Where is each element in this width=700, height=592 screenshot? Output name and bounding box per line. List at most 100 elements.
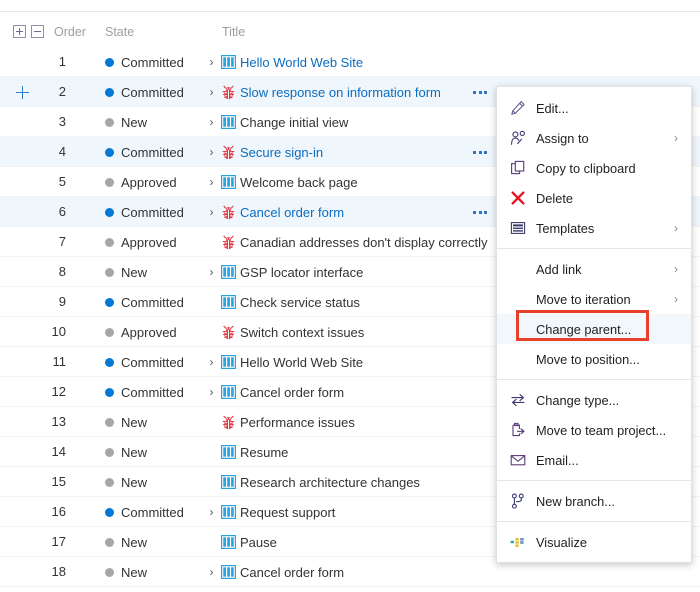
add-child-plus-icon[interactable] (16, 86, 29, 99)
column-header-state[interactable]: State (105, 22, 134, 42)
plus-box-icon[interactable] (13, 25, 26, 38)
menu-item-label: Edit... (536, 100, 569, 116)
expand-chevron-icon[interactable]: › (205, 197, 218, 227)
chevron-right-icon: › (674, 292, 678, 306)
pbi-icon (218, 295, 238, 309)
menu-item-visualize[interactable]: Visualize (497, 527, 691, 557)
expand-chevron-icon[interactable]: › (205, 167, 218, 197)
bug-icon (222, 415, 234, 429)
menu-item-assign-to[interactable]: Assign to › (497, 123, 691, 153)
cell-order: 4 (58, 144, 66, 159)
column-header-title[interactable]: Title (222, 22, 245, 42)
menu-item-change-parent[interactable]: Change parent... (497, 314, 691, 344)
menu-item-label: Assign to (536, 130, 589, 146)
work-item-title[interactable]: Secure sign-in (240, 145, 323, 160)
work-item-title[interactable]: Cancel order form (240, 565, 344, 580)
bug-icon (218, 325, 238, 340)
expand-chevron-icon[interactable]: › (205, 137, 218, 167)
expand-chevron-icon[interactable]: › (205, 77, 218, 107)
top-divider (0, 11, 700, 12)
copy-icon (511, 160, 525, 175)
expand-chevron-icon[interactable]: › (205, 557, 218, 587)
table-row[interactable]: 1 Committed › Hello World Web Site (0, 47, 700, 77)
menu-item-new-branch[interactable]: New branch... (497, 486, 691, 516)
menu-item-email[interactable]: Email... (497, 445, 691, 475)
cell-state: New (105, 467, 147, 497)
templates-icon (510, 222, 526, 234)
menu-item-move-to-team-project[interactable]: Move to team project... (497, 415, 691, 445)
state-dot (105, 447, 114, 457)
state-dot (105, 207, 114, 217)
menu-item-label: Copy to clipboard (536, 160, 636, 176)
state-dot (105, 267, 114, 277)
context-menu[interactable]: Edit... Assign to › Copy to clipboard Del… (496, 86, 692, 563)
row-context-menu-button[interactable] (467, 137, 493, 167)
work-item-title[interactable]: Change initial view (240, 115, 348, 130)
cell-state: Committed (105, 47, 184, 77)
email-icon (510, 455, 526, 466)
menu-item-label: New branch... (536, 493, 615, 509)
menu-item-templates[interactable]: Templates › (497, 213, 691, 243)
state-label: Committed (121, 144, 184, 160)
state-label: Committed (121, 204, 184, 220)
pbi-icon (220, 445, 236, 459)
menu-item-copy-to-clipboard[interactable]: Copy to clipboard (497, 153, 691, 183)
work-item-title[interactable]: Hello World Web Site (240, 355, 363, 370)
change-type-icon (511, 394, 525, 406)
work-item-title[interactable]: Request support (240, 505, 335, 520)
state-label: New (121, 534, 148, 550)
work-item-title[interactable]: Resume (240, 445, 288, 460)
menu-item-change-type[interactable]: Change type... (497, 385, 691, 415)
work-item-title[interactable]: Cancel order form (240, 385, 344, 400)
pbi-icon (220, 475, 236, 489)
expand-chevron-icon[interactable]: › (205, 377, 218, 407)
work-item-title[interactable]: Pause (240, 535, 277, 550)
expand-chevron-icon[interactable]: › (205, 497, 218, 527)
column-header-order[interactable]: Order (54, 22, 86, 42)
cell-order: 18 (51, 564, 66, 579)
pencil-icon (510, 100, 536, 116)
state-dot (105, 357, 114, 367)
cell-order: 2 (58, 84, 66, 99)
work-item-title[interactable]: Slow response on information form (240, 85, 441, 100)
menu-item-delete[interactable]: Delete (497, 183, 691, 213)
cell-title: › Cancel order form (205, 557, 345, 587)
pbi-icon (218, 535, 238, 549)
work-item-title[interactable]: Canadian addresses don't display correct… (240, 235, 487, 250)
expand-chevron-icon[interactable]: › (205, 257, 218, 287)
expand-chevron-icon[interactable]: › (205, 347, 218, 377)
cell-title: › Switch context issues (205, 317, 364, 347)
menu-item-edit[interactable]: Edit... (497, 93, 691, 123)
row-context-menu-button[interactable] (467, 77, 493, 107)
work-item-grid-page: Order State Title 1 Committed › Hello Wo… (0, 0, 700, 592)
state-dot (105, 417, 114, 427)
work-item-title[interactable]: Hello World Web Site (240, 55, 363, 70)
menu-item-move-to-position[interactable]: Move to position... (497, 344, 691, 374)
work-item-title[interactable]: Performance issues (240, 415, 355, 430)
state-label: Approved (121, 324, 177, 340)
state-label: Committed (121, 84, 184, 100)
minus-box-icon[interactable] (31, 25, 44, 38)
grid-header: Order State Title (0, 22, 700, 46)
pbi-icon (220, 535, 236, 549)
menu-item-move-to-iteration[interactable]: Move to iteration › (497, 284, 691, 314)
expand-chevron-icon[interactable]: › (205, 47, 218, 77)
work-item-title[interactable]: Check service status (240, 295, 360, 310)
bug-icon (218, 145, 238, 160)
work-item-title[interactable]: GSP locator interface (240, 265, 363, 280)
work-item-title[interactable]: Research architecture changes (240, 475, 420, 490)
chevron-right-icon: › (674, 221, 678, 235)
expand-chevron-icon[interactable]: › (205, 107, 218, 137)
work-item-title[interactable]: Cancel order form (240, 205, 344, 220)
pbi-icon (220, 265, 236, 279)
cell-title: › GSP locator interface (205, 257, 364, 287)
row-context-menu-button[interactable] (467, 197, 493, 227)
bug-icon (222, 205, 234, 219)
work-item-title[interactable]: Switch context issues (240, 325, 364, 340)
pbi-icon (218, 55, 238, 69)
cell-state: Committed (105, 377, 184, 407)
state-dot (105, 117, 114, 127)
work-item-title[interactable]: Welcome back page (240, 175, 358, 190)
menu-item-add-link[interactable]: Add link › (497, 254, 691, 284)
expand-chevron-icon: › (205, 527, 218, 557)
